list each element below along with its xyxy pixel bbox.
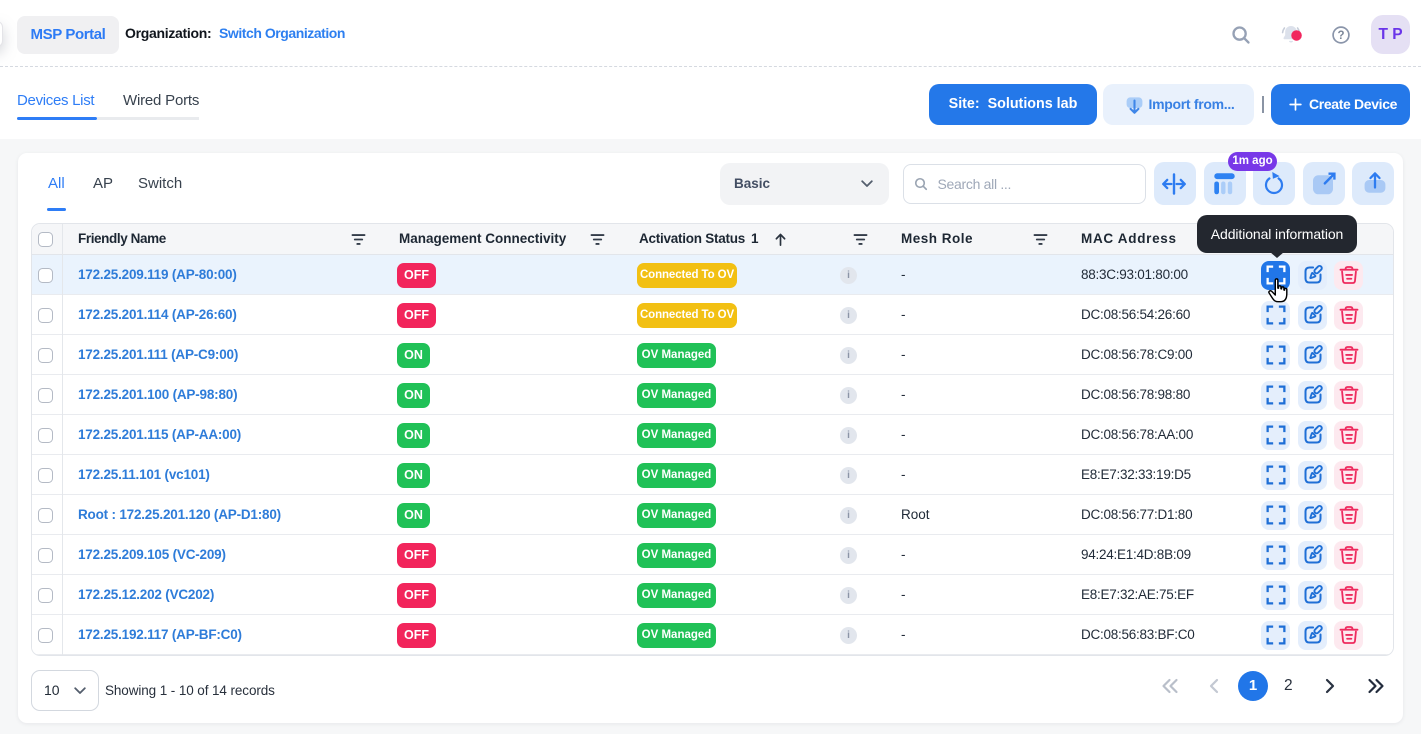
svg-text:?: ? (1337, 30, 1344, 42)
